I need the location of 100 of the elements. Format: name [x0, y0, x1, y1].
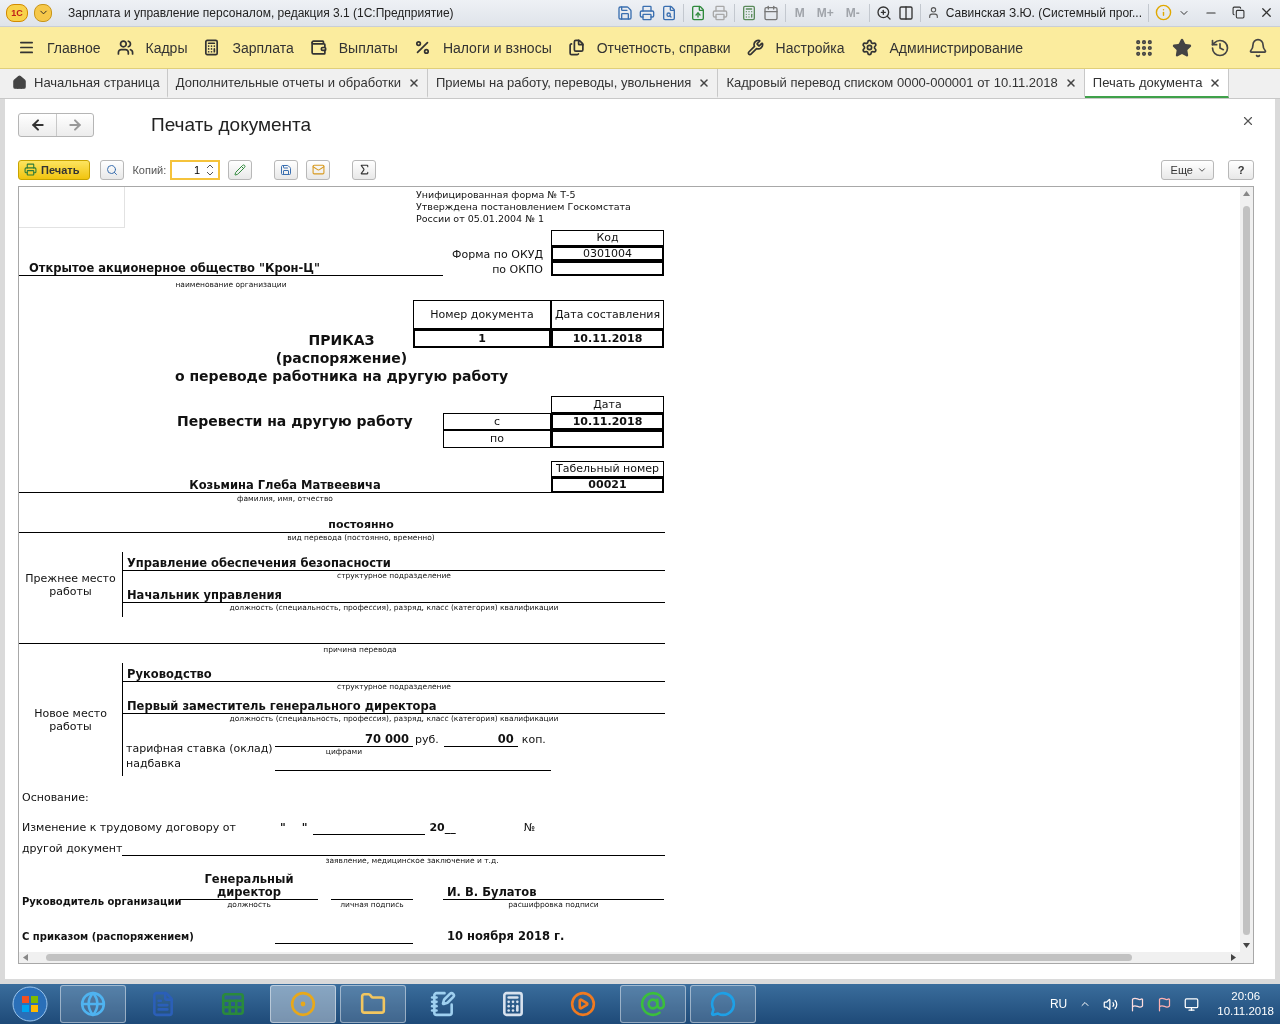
- number-sign: №: [523, 820, 536, 835]
- help-button[interactable]: ?: [1228, 159, 1254, 180]
- tab-label: Приемы на работу, переводы, увольнения: [436, 75, 692, 91]
- okpo-label: по ОКПО: [492, 262, 544, 277]
- document-title: ПРИКАЗ: [308, 331, 375, 349]
- clock-date: 10.11.2018: [1217, 1004, 1274, 1019]
- printer-icon[interactable]: [638, 4, 655, 21]
- envelope-icon: [311, 163, 325, 176]
- quote-mark: ": [301, 820, 308, 835]
- sum-button[interactable]: [352, 159, 377, 180]
- tab[interactable]: Печать документа: [1084, 69, 1230, 98]
- tab-label: Кадровый перевод списком 0000-000001 от 10.11.2018: [726, 75, 1058, 91]
- history-icon[interactable]: [1210, 37, 1230, 58]
- save-button[interactable]: [274, 159, 299, 180]
- menu-item[interactable]: Выплаты: [309, 39, 410, 57]
- language-indicator[interactable]: RU: [1049, 997, 1068, 1011]
- form-title: Печать документа: [151, 114, 312, 136]
- circle-icon: [290, 991, 316, 1017]
- tab-label: Дополнительные отчеты и обработки: [175, 75, 401, 91]
- taskbar-button[interactable]: [60, 985, 126, 1023]
- print-button[interactable]: Печать: [18, 159, 91, 180]
- scroll-thumb[interactable]: [1243, 206, 1250, 935]
- preview-button[interactable]: [100, 159, 125, 180]
- scroll-left-icon: [23, 954, 28, 961]
- organization-name: Открытое акционерное общество "Крон-Ц": [19, 261, 443, 276]
- speaker-icon[interactable]: [1103, 996, 1119, 1012]
- restore-icon[interactable]: [1232, 6, 1245, 20]
- menu-item[interactable]: Налоги и взносы: [413, 39, 564, 57]
- form-note: России от 05.01.2004 № 1: [416, 213, 546, 225]
- menu-item[interactable]: Главное: [18, 39, 113, 57]
- network-icon[interactable]: [1184, 996, 1200, 1012]
- save-icon[interactable]: [616, 4, 633, 21]
- user-name[interactable]: Савинская З.Ю. (Системный прог...: [945, 5, 1142, 20]
- head-position: Генеральный директор: [180, 873, 318, 900]
- user-icon: [926, 6, 940, 20]
- apps-grid-icon[interactable]: [1134, 37, 1154, 58]
- position-name: Первый заместитель генерального директора: [123, 699, 665, 714]
- taskbar-button[interactable]: [690, 985, 756, 1023]
- department-name: Руководство: [123, 667, 665, 682]
- document-title: о переводе работника на другую работу: [174, 367, 509, 385]
- horizontal-scrollbar[interactable]: [19, 952, 1240, 963]
- documents-icon: [567, 39, 585, 57]
- menu-item[interactable]: Кадры: [116, 39, 200, 57]
- flag-icon[interactable]: [1157, 996, 1173, 1012]
- menu-item[interactable]: Настройка: [746, 39, 857, 57]
- menu-item[interactable]: Зарплата: [203, 39, 306, 57]
- close-icon[interactable]: [1209, 76, 1222, 89]
- document-title: (распоряжение): [275, 349, 408, 367]
- rate-label: тарифная ставка (оклад): [126, 741, 274, 756]
- other-document-label: другой документ: [21, 841, 123, 856]
- upload-icon[interactable]: [689, 4, 706, 21]
- panels-icon[interactable]: [897, 4, 914, 21]
- scroll-right-icon: [1231, 954, 1236, 961]
- wallet-icon: [309, 39, 327, 57]
- logo: 1С: [6, 3, 28, 22]
- order-heading: Перевести на другую работу: [176, 413, 414, 430]
- taskbar-button[interactable]: [620, 985, 686, 1023]
- taskbar-button[interactable]: [340, 985, 406, 1023]
- quote-mark: ": [280, 820, 286, 835]
- home-icon: [12, 75, 27, 91]
- close-icon[interactable]: [1064, 76, 1077, 89]
- vertical-scrollbar[interactable]: [1240, 187, 1253, 952]
- clock[interactable]: 20:06 10.11.2018: [1217, 989, 1274, 1019]
- chat-icon: [710, 991, 736, 1017]
- search-icon: [106, 163, 119, 176]
- close-icon[interactable]: [408, 76, 420, 89]
- table-header: Табельный номер: [551, 461, 664, 477]
- window-title: Зарплата и управление персоналом, редакция 3.1 (1С:Предприятие): [68, 5, 455, 20]
- bell-icon[interactable]: [1248, 37, 1268, 58]
- calculator-icon[interactable]: [740, 4, 757, 21]
- menu-item[interactable]: Отчетность, справки: [567, 39, 743, 57]
- basis-label: Основание:: [21, 790, 89, 805]
- calendar-icon[interactable]: [762, 4, 779, 21]
- calculator-icon: [203, 39, 221, 57]
- arrow-right-icon: [67, 117, 83, 133]
- start-orb-icon: [12, 986, 48, 1022]
- table-header: Код: [551, 230, 664, 246]
- menu-item[interactable]: Администрирование: [860, 39, 1035, 57]
- table-cell: 0301004: [551, 246, 664, 261]
- table-cell: с: [443, 413, 551, 430]
- close-icon[interactable]: [698, 76, 711, 89]
- table-cell: по: [443, 430, 551, 448]
- form-note: Утверждена постановлением Госкомстата: [416, 201, 631, 213]
- flag-icon[interactable]: [1130, 996, 1146, 1012]
- menu-button[interactable]: [34, 3, 52, 22]
- preview-icon[interactable]: [660, 4, 677, 21]
- table-cell: 1: [413, 329, 551, 348]
- scroll-thumb[interactable]: [46, 954, 1132, 961]
- section-label: Прежнее место работы: [24, 571, 117, 598]
- employee-name: Козьмина Глеба Матвеевича: [19, 478, 551, 493]
- edit-button[interactable]: [228, 159, 253, 180]
- copies-field[interactable]: 1: [170, 159, 221, 180]
- okud-label: Форма по ОКУД: [452, 247, 544, 262]
- star-icon[interactable]: [1172, 37, 1192, 58]
- zoom-icon[interactable]: [875, 4, 892, 21]
- position-name: Начальник управления: [123, 588, 665, 603]
- more-button[interactable]: Еще: [1160, 159, 1214, 180]
- table-header: Номер документа: [413, 300, 551, 329]
- spin-arrows-icon[interactable]: [206, 163, 215, 176]
- department-name: Управление обеспечения безопасности: [123, 556, 665, 571]
